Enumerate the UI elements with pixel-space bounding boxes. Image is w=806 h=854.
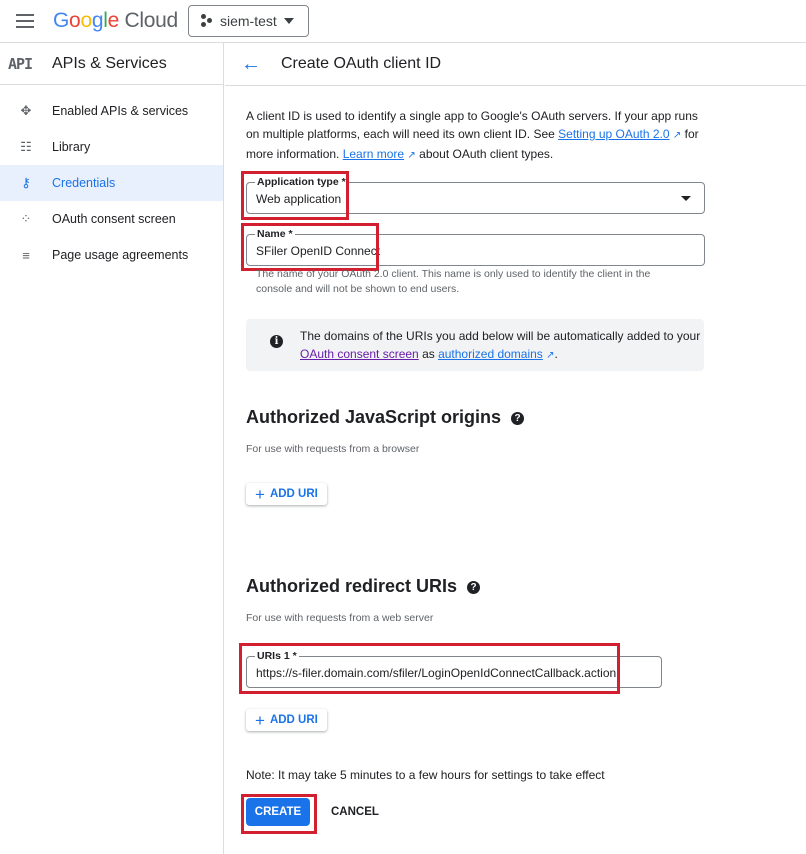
google-cloud-logo[interactable]: Google Cloud <box>53 9 178 33</box>
project-name: siem-test <box>220 13 277 29</box>
info-text-part: . <box>554 347 558 361</box>
sidebar: API APIs & Services ✥ Enabled APIs & ser… <box>0 43 224 854</box>
add-uri-label: ADD URI <box>269 488 318 500</box>
page-title: Create OAuth client ID <box>281 55 442 72</box>
sidebar-item-enabled-apis[interactable]: ✥ Enabled APIs & services <box>0 93 223 129</box>
library-icon: ☷ <box>20 139 32 154</box>
setting-up-oauth-link[interactable]: Setting up OAuth 2.0 <box>558 127 669 141</box>
sidebar-title: APIs & Services <box>52 54 167 72</box>
project-icon <box>201 14 215 28</box>
external-link-icon: ↗ <box>546 350 555 361</box>
sidebar-item-library[interactable]: ☷ Library <box>0 129 223 165</box>
logo-letter: e <box>107 9 120 32</box>
authorized-domains-link[interactable]: authorized domains <box>438 347 543 361</box>
intro-text: A client ID is used to identify a single… <box>246 107 706 165</box>
dropdown-arrow-icon <box>681 196 691 201</box>
info-icon: i <box>270 335 283 348</box>
sidebar-item-oauth-consent[interactable]: ⁘ OAuth consent screen <box>0 201 223 237</box>
sidebar-item-label: OAuth consent screen <box>52 212 176 226</box>
help-icon[interactable]: ? <box>467 581 481 594</box>
name-value: SFiler OpenID Connect <box>256 244 381 258</box>
info-text-part: The domains of the URIs you add below wi… <box>300 329 701 343</box>
api-icon: API <box>8 54 33 73</box>
logo-letter: G <box>53 9 70 32</box>
info-text: The domains of the URIs you add below wi… <box>300 327 700 365</box>
logo-letter: o <box>80 9 92 32</box>
add-js-origin-uri-button[interactable]: + ADD URI <box>246 483 327 505</box>
sidebar-item-label: Enabled APIs & services <box>52 104 189 118</box>
sidebar-item-label: Credentials <box>52 176 116 190</box>
page-header: ← Create OAuth client ID <box>225 43 806 86</box>
enabled-apis-icon: ✥ <box>20 103 32 118</box>
oauth-consent-screen-link[interactable]: OAuth consent screen <box>300 347 419 361</box>
plus-icon: + <box>255 710 265 730</box>
top-bar: Google Cloud siem-test <box>0 0 806 43</box>
application-type-select[interactable]: Application type * Web application <box>246 176 705 214</box>
redirect-uri-1-label: URIs 1 * <box>255 650 299 662</box>
application-type-label: Application type * <box>255 176 348 188</box>
main-menu-icon[interactable] <box>16 14 34 28</box>
plus-icon: + <box>255 484 265 504</box>
js-origins-heading: Authorized JavaScript origins? <box>246 407 525 428</box>
intro-text-part: about OAuth client types. <box>415 147 554 161</box>
logo-letter: o <box>69 9 81 32</box>
sidebar-item-credentials[interactable]: ⚷ Credentials <box>0 165 223 201</box>
intro-block: A client ID is used to identify a single… <box>246 107 706 165</box>
sidebar-item-label: Library <box>52 140 91 154</box>
learn-more-link[interactable]: Learn more <box>343 147 404 161</box>
logo-letter: g <box>91 9 104 32</box>
sidebar-header: API APIs & Services <box>0 43 223 85</box>
js-origins-subtitle: For use with requests from a browser <box>246 443 420 455</box>
sidebar-item-page-usage[interactable]: ≡ Page usage agreements <box>0 237 223 273</box>
key-icon: ⚷ <box>21 175 31 190</box>
application-type-value: Web application <box>256 192 342 206</box>
add-uri-label: ADD URI <box>269 714 318 726</box>
help-icon[interactable]: ? <box>511 412 525 425</box>
sidebar-item-label: Page usage agreements <box>52 248 189 262</box>
main-content: ← Create OAuth client ID A client ID is … <box>225 43 806 834</box>
project-selector[interactable]: siem-test <box>188 5 309 37</box>
redirect-uris-subtitle: For use with requests from a web server <box>246 612 434 624</box>
redirect-uri-1-value: https://s-filer.domain.com/sfiler/LoginO… <box>256 666 617 680</box>
logo-cloud-text: Cloud <box>124 9 179 32</box>
name-label: Name * <box>255 228 295 240</box>
redirect-uris-heading: Authorized redirect URIs? <box>246 576 481 597</box>
add-redirect-uri-button[interactable]: + ADD URI <box>246 709 327 731</box>
back-arrow-icon[interactable]: ← <box>241 53 261 76</box>
external-link-icon: ↗ <box>407 150 416 161</box>
js-origins-title: Authorized JavaScript origins <box>246 407 502 427</box>
cancel-button[interactable]: CANCEL <box>331 806 379 818</box>
name-input[interactable]: Name * SFiler OpenID Connect <box>246 228 705 266</box>
consent-screen-icon: ⁘ <box>20 211 32 226</box>
info-text-part: as <box>418 347 439 361</box>
propagation-note: Note: It may take 5 minutes to a few hou… <box>246 768 605 782</box>
info-banner: i The domains of the URIs you add below … <box>246 319 704 371</box>
chevron-down-icon <box>284 18 294 24</box>
settings-list-icon: ≡ <box>22 247 30 263</box>
create-button[interactable]: CREATE <box>246 798 310 826</box>
redirect-uri-1-input[interactable]: URIs 1 * https://s-filer.domain.com/sfil… <box>246 650 662 688</box>
redirect-uris-title: Authorized redirect URIs <box>246 576 458 596</box>
name-hint: The name of your OAuth 2.0 client. This … <box>256 268 651 295</box>
